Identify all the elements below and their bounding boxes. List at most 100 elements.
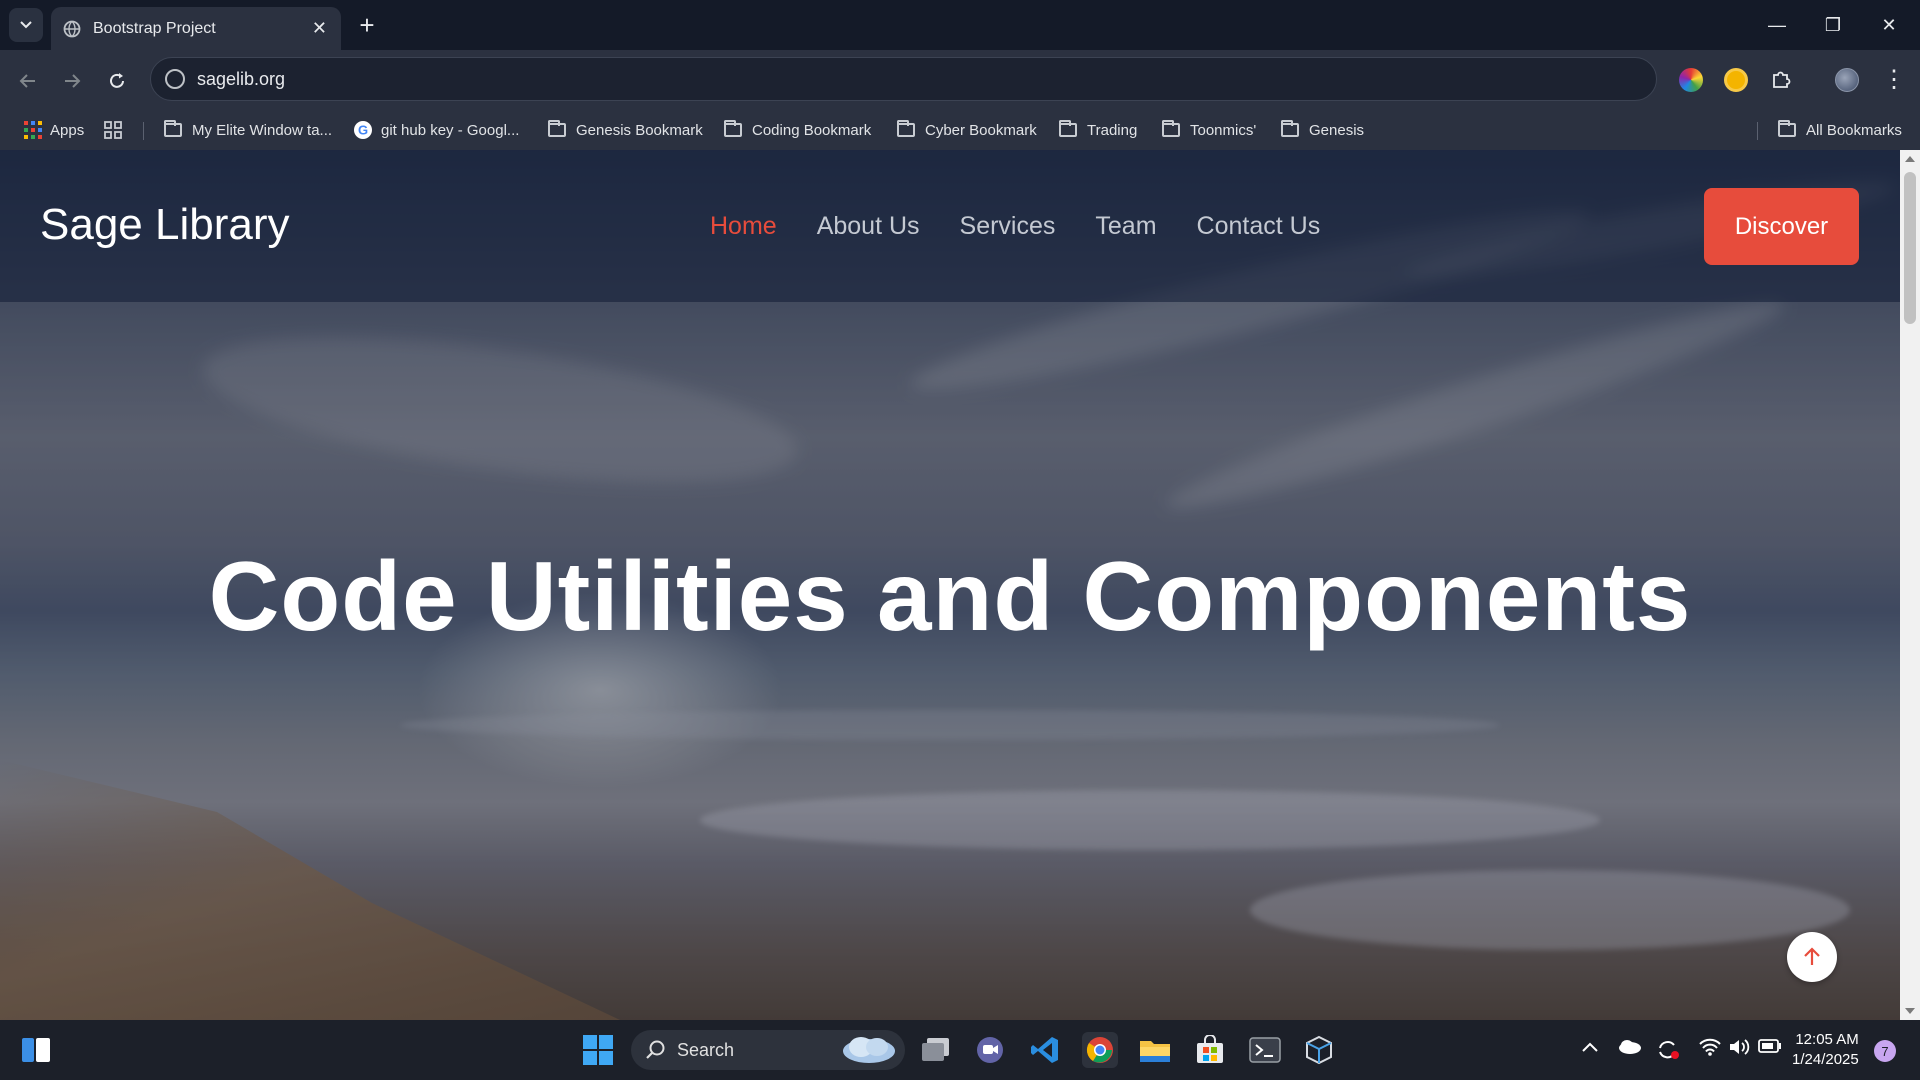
- sync-status-icon[interactable]: [1656, 1038, 1680, 1065]
- apps-bookmark[interactable]: Apps: [24, 110, 84, 150]
- wifi-icon[interactable]: [1699, 1038, 1721, 1061]
- minimize-button[interactable]: —: [1762, 10, 1792, 40]
- tab-title: Bootstrap Project: [93, 19, 216, 37]
- onedrive-cloud-icon[interactable]: [1618, 1038, 1642, 1059]
- bookmark-label: Trading: [1087, 121, 1138, 139]
- folder-icon: [548, 120, 566, 137]
- hero-title: Code Utilities and Components: [208, 541, 1692, 651]
- browser-tab[interactable]: Bootstrap Project ✕: [51, 7, 341, 50]
- windows-start-icon[interactable]: [580, 1032, 616, 1068]
- nav-team[interactable]: Team: [1095, 212, 1156, 241]
- os-taskbar: Search 12:05 AM 1/24/2025 7: [0, 1020, 1920, 1080]
- reload-icon[interactable]: [102, 66, 132, 96]
- back-to-top-button[interactable]: [1787, 932, 1837, 982]
- chrome-icon[interactable]: [1082, 1032, 1118, 1068]
- bookmark-folder[interactable]: Cyber Bookmark: [897, 110, 1037, 150]
- folder-icon: [1162, 120, 1180, 137]
- bookmark-label: Genesis Bookmark: [576, 121, 703, 139]
- folder-icon: [1059, 120, 1077, 137]
- arrow-up-icon: [1804, 947, 1820, 965]
- bookmark-label: Coding Bookmark: [752, 121, 872, 139]
- apps-grid-icon: [24, 121, 42, 139]
- virtualbox-icon[interactable]: [1301, 1032, 1337, 1068]
- bookmark-label: Genesis: [1309, 121, 1365, 139]
- globe-icon: [63, 20, 81, 37]
- menu-kebab-icon[interactable]: ⋮: [1879, 64, 1909, 94]
- back-icon[interactable]: [13, 66, 43, 96]
- bookmark-link[interactable]: G git hub key - Googl...: [353, 110, 519, 150]
- nav-contact-us[interactable]: Contact Us: [1197, 212, 1321, 241]
- bookmark-folder[interactable]: Genesis Bookmark: [548, 110, 703, 150]
- folder-icon: [164, 120, 182, 137]
- file-explorer-icon[interactable]: [1137, 1032, 1173, 1068]
- url-text: sagelib.org: [197, 68, 286, 89]
- svg-text:G: G: [358, 123, 368, 138]
- widgets-icon[interactable]: [18, 1032, 54, 1068]
- bookmark-folder[interactable]: My Elite Window ta...: [164, 110, 332, 150]
- tab-search-button[interactable]: [9, 8, 43, 42]
- folder-icon: [1281, 120, 1299, 137]
- scroll-thumb[interactable]: [1904, 172, 1916, 324]
- bookmark-label: git hub key - Googl...: [381, 121, 520, 139]
- site-brand[interactable]: Sage Library: [40, 200, 289, 250]
- nav-links: Home About Us Services Team Contact Us: [710, 212, 1360, 241]
- microsoft-store-icon[interactable]: [1192, 1032, 1228, 1068]
- browser-toolbar: sagelib.org ⋮: [0, 50, 1920, 110]
- tab-groups-icon[interactable]: [104, 110, 122, 150]
- search-label: Search: [677, 1039, 735, 1060]
- scroll-up-arrow[interactable]: [1905, 156, 1915, 162]
- tab-close-icon[interactable]: ✕: [312, 18, 327, 39]
- folder-icon: [1778, 120, 1796, 137]
- bookmark-folder[interactable]: Coding Bookmark: [724, 110, 871, 150]
- scroll-down-arrow[interactable]: [1905, 1008, 1915, 1014]
- search-icon: [646, 1040, 665, 1059]
- battery-icon[interactable]: [1758, 1038, 1782, 1059]
- page-scrollbar[interactable]: [1900, 150, 1920, 1020]
- site-info-icon[interactable]: [165, 69, 185, 89]
- system-clock[interactable]: 12:05 AM 1/24/2025: [1792, 1030, 1859, 1070]
- profile-avatar-icon[interactable]: [1835, 68, 1859, 92]
- extensions-puzzle-icon[interactable]: [1766, 64, 1796, 94]
- extension-coin-icon[interactable]: [1724, 68, 1748, 92]
- terminal-icon[interactable]: [1247, 1032, 1283, 1068]
- notification-badge[interactable]: 7: [1874, 1040, 1896, 1062]
- task-view-icon[interactable]: [918, 1032, 954, 1068]
- volume-icon[interactable]: [1728, 1038, 1750, 1061]
- all-bookmarks[interactable]: All Bookmarks: [1778, 110, 1902, 150]
- bookmark-separator: [143, 122, 144, 140]
- bookmark-folder[interactable]: Toonmics': [1162, 110, 1256, 150]
- google-icon: G: [354, 121, 372, 139]
- bookmark-folder[interactable]: Genesis: [1281, 110, 1364, 150]
- folder-icon: [897, 120, 915, 137]
- bookmark-label: Cyber Bookmark: [925, 121, 1037, 139]
- nav-about-us[interactable]: About Us: [817, 212, 920, 241]
- nav-home[interactable]: Home: [710, 212, 777, 241]
- restore-button[interactable]: ❐: [1818, 10, 1848, 40]
- apps-label: Apps: [50, 121, 85, 139]
- extension-color-icon[interactable]: [1679, 68, 1703, 92]
- show-hidden-icons[interactable]: [1581, 1038, 1599, 1058]
- vscode-icon[interactable]: [1027, 1032, 1063, 1068]
- bookmark-separator: [1757, 122, 1758, 140]
- folder-icon: [724, 120, 742, 137]
- new-tab-button[interactable]: +: [352, 10, 382, 40]
- site-navbar: Sage Library Home About Us Services Team…: [0, 150, 1900, 302]
- close-window-button[interactable]: ✕: [1874, 10, 1904, 40]
- bookmark-label: Toonmics': [1190, 121, 1257, 139]
- taskbar-search[interactable]: Search: [631, 1030, 905, 1070]
- bookmarks-bar: Apps My Elite Window ta... G git hub key…: [0, 110, 1920, 150]
- browser-tab-strip: Bootstrap Project ✕ + — ❐ ✕: [0, 0, 1920, 50]
- address-bar[interactable]: sagelib.org: [150, 57, 1657, 101]
- page-viewport: Sage Library Home About Us Services Team…: [0, 150, 1900, 1020]
- bookmark-folder[interactable]: Trading: [1059, 110, 1137, 150]
- forward-icon[interactable]: [57, 66, 87, 96]
- clock-date: 1/24/2025: [1792, 1051, 1859, 1068]
- teams-chat-icon[interactable]: [972, 1032, 1008, 1068]
- all-bookmarks-label: All Bookmarks: [1806, 121, 1902, 139]
- discover-button[interactable]: Discover: [1704, 188, 1859, 265]
- chevron-down-icon: [20, 21, 32, 29]
- bookmark-label: My Elite Window ta...: [192, 121, 333, 139]
- weather-clouds-icon: [843, 1037, 895, 1063]
- nav-services[interactable]: Services: [960, 212, 1056, 241]
- clock-time: 12:05 AM: [1795, 1031, 1859, 1048]
